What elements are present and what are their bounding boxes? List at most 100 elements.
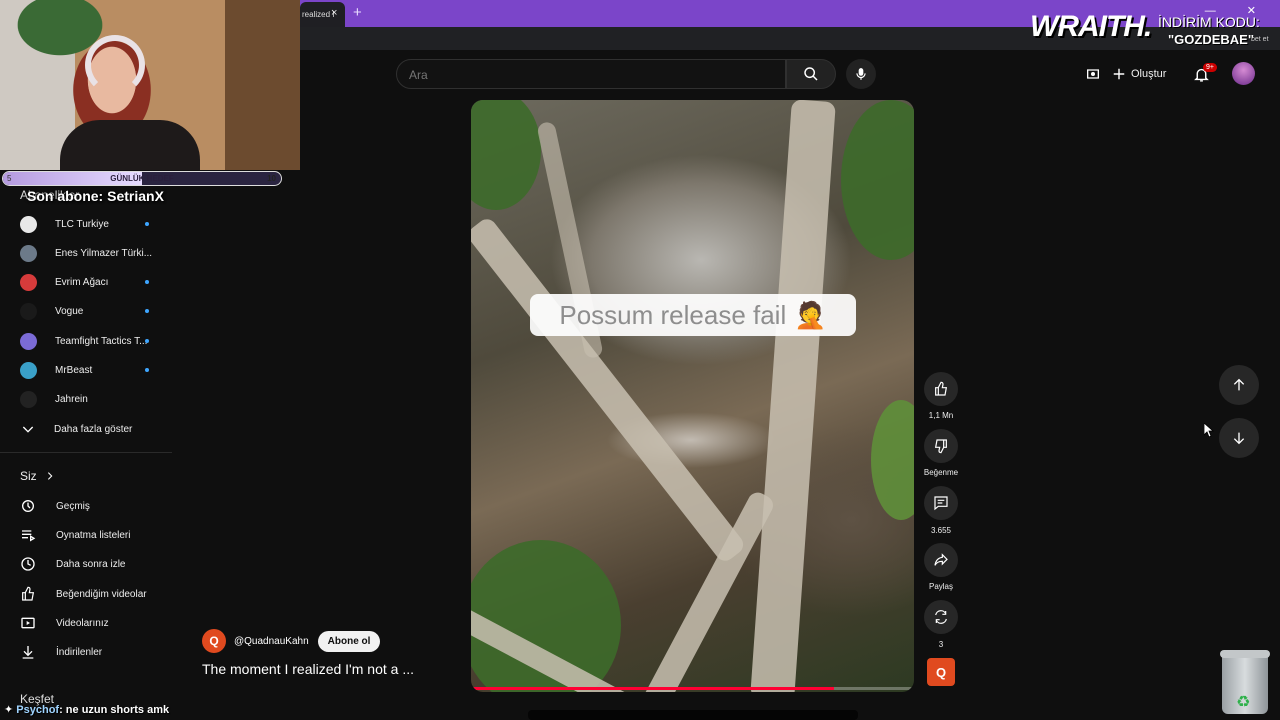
bottom-shelf-bar (528, 710, 858, 720)
channel-avatar (20, 332, 37, 350)
comments-button[interactable] (924, 486, 958, 520)
you-title: Siz (20, 469, 37, 483)
video-icon (21, 617, 35, 629)
subscription-name: Teamfight Tactics T... (55, 335, 148, 347)
recycle-icon: ♻ (1236, 694, 1251, 711)
subscribe-button[interactable]: Abone ol (317, 630, 381, 652)
browser-tab[interactable]: realized I (300, 2, 345, 27)
search-box[interactable] (396, 59, 786, 89)
search-button[interactable] (786, 59, 836, 89)
search-icon (804, 67, 818, 81)
sidebar-link-label: Geçmiş (56, 500, 90, 512)
last-subscriber-overlay: Son abone: SetrianX (27, 188, 164, 204)
channel-avatar (20, 244, 37, 262)
channel-handle[interactable]: @QuadnauKahn (234, 636, 309, 647)
dislike-label: Beğenme (923, 468, 959, 477)
create-button[interactable]: Oluştur (1112, 62, 1166, 86)
chat-message: : ne uzun shorts amk (59, 704, 170, 716)
account-avatar[interactable] (1232, 62, 1255, 85)
short-video-player[interactable]: Possum release fail 🤦 (471, 100, 914, 692)
new-content-dot (145, 309, 149, 313)
subscription-item[interactable]: Teamfight Tactics T... (20, 330, 170, 352)
sidebar-link[interactable]: İndirilenler (20, 641, 170, 663)
voice-search-button[interactable] (846, 59, 876, 89)
share-button[interactable] (924, 543, 958, 577)
headset-shape (85, 35, 145, 95)
sound-thumbnail[interactable]: Q (927, 658, 955, 686)
new-content-dot (145, 339, 149, 343)
subscription-item[interactable]: MrBeast (20, 359, 170, 381)
short-title[interactable]: The moment I realized I'm not a ... (202, 661, 414, 677)
new-content-dot (145, 222, 149, 226)
show-more-label: Daha fazla göster (54, 423, 133, 435)
chevron-right-icon (47, 472, 53, 480)
sidebar-link-label: Beğendiğim videolar (56, 588, 147, 600)
subscription-item[interactable]: TLC Turkiye (20, 213, 170, 235)
subscription-name: MrBeast (55, 364, 93, 376)
daily-goal-bar: 5 GÜNLÜK HEDEF 10 (2, 171, 282, 186)
channel-avatar[interactable]: Q (202, 629, 226, 653)
sidebar-link[interactable]: Geçmiş (20, 495, 170, 517)
streamer-body-shape (60, 120, 200, 170)
subscription-name: Enes Yilmazer Türki... (55, 247, 153, 259)
sponsor-discount-label: İNDİRİM KODU: (1158, 14, 1260, 30)
video-progress-fill (471, 687, 835, 690)
thumb-down-icon (934, 439, 947, 454)
thumb-up-icon (935, 381, 948, 396)
share-icon (934, 553, 948, 566)
sidebar-link-label: Daha sonra izle (56, 558, 126, 570)
new-tab-icon[interactable]: + (353, 4, 362, 21)
tree-trunk-shape (750, 100, 836, 692)
search-input[interactable] (409, 68, 769, 82)
channel-avatar (20, 302, 37, 320)
tab-close-icon[interactable]: × (331, 7, 337, 19)
dislike-button[interactable] (924, 429, 958, 463)
channel-avatar (20, 273, 37, 291)
subscription-item[interactable]: Vogue (20, 300, 170, 322)
streamer-webcam (0, 0, 300, 170)
comment-icon (934, 496, 948, 511)
subscription-item[interactable]: Evrim Ağacı (20, 271, 170, 293)
like-button[interactable] (924, 372, 958, 406)
chat-overlay: ✦ Psychof: ne uzun shorts amk (4, 703, 169, 716)
new-content-dot (145, 368, 149, 372)
sidebar-link[interactable]: Videolarınız (20, 612, 170, 634)
remix-count: 3 (938, 640, 944, 649)
sidebar-link-label: Videolarınız (56, 617, 109, 629)
sidebar-link[interactable]: Beğendiğim videolar (20, 583, 170, 605)
create-label: Oluştur (1131, 68, 1167, 80)
sponsor-small-text: bet et (1251, 36, 1269, 43)
chat-user: Psychof (16, 704, 60, 716)
subscription-name: TLC Turkiye (55, 218, 109, 230)
subscription-item[interactable]: Enes Yilmazer Türki... (20, 242, 170, 264)
notification-badge: 9+ (1203, 63, 1217, 72)
sponsor-brand: WRAITH. (1030, 10, 1152, 43)
daily-goal-max: 10 (267, 174, 276, 183)
remix-button[interactable] (924, 600, 958, 634)
foliage-shape (841, 100, 914, 260)
like-count: 1,1 Mn (928, 411, 954, 420)
video-progress-bar[interactable] (471, 687, 914, 690)
new-content-dot (145, 280, 149, 284)
chevron-down-icon (22, 426, 34, 433)
next-short-button[interactable] (1219, 418, 1259, 458)
video-caption: Possum release fail 🤦 (530, 294, 856, 336)
foliage-shape (471, 100, 541, 210)
comment-count: 3.655 (930, 526, 952, 535)
thumb-up-icon (22, 586, 35, 601)
foliage-shape (871, 400, 914, 520)
you-section-title[interactable]: Siz (20, 469, 55, 483)
sidebar-link[interactable]: Daha sonra izle (20, 553, 170, 575)
sidebar-link[interactable]: Oynatma listeleri (20, 524, 170, 546)
subscription-item[interactable]: Jahrein (20, 388, 170, 410)
mouse-cursor-icon (1204, 423, 1214, 437)
sidebar-divider (0, 452, 172, 453)
cast-icon[interactable] (1083, 64, 1103, 84)
clock-icon (21, 557, 35, 571)
download-icon (22, 646, 34, 659)
previous-short-button[interactable] (1219, 365, 1259, 405)
arrow-up-icon (1233, 378, 1245, 391)
sidebar-link-label: Oynatma listeleri (56, 529, 131, 541)
show-more-button[interactable]: Daha fazla göster (20, 418, 170, 440)
subscription-name: Evrim Ağacı (55, 276, 109, 288)
